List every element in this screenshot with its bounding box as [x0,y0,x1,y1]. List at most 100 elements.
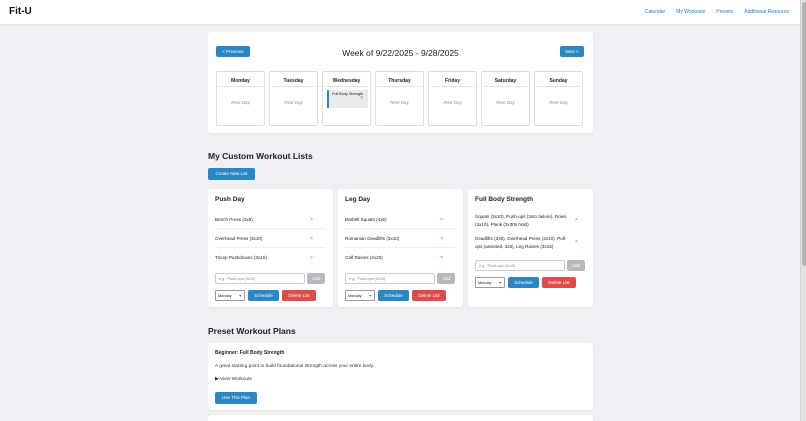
nav-presets[interactable]: Presets [716,9,733,15]
divider [215,247,326,248]
rest-day-label: Rest Day [549,100,568,105]
exercise-item: Squats (3x10), Push-ups (3xto failure), … [475,213,567,229]
exercise-input[interactable]: e.g., Push-ups (3x15) [345,273,435,284]
divider [219,86,262,87]
day-tuesday[interactable]: Tuesday Rest Day [269,71,318,126]
list-title: Push Day [215,196,245,203]
day-sunday[interactable]: Sunday Rest Day [534,71,583,126]
delete-list-button[interactable]: Delete List [542,277,576,288]
nav-my-workouts[interactable]: My Workouts [676,9,705,15]
exercise-name: Bench Press (3x8) [215,217,253,222]
workout-list-card: Leg Day Barbell Squats (4x6) × Romanian … [338,189,463,307]
navbar: Fit-U Calendar My Workouts Presets Addit… [0,0,800,24]
exercise-item: Overhead Press (3x10) × [215,236,326,248]
app-logo[interactable]: Fit-U [9,6,32,17]
remove-exercise-icon[interactable]: × [575,239,578,245]
custom-lists-title: My Custom Workout Lists [208,151,313,161]
calendar-card: < Previous Week of 9/22/2025 - 9/28/2025… [208,32,593,133]
add-exercise-button[interactable]: Add [567,260,585,271]
divider [484,86,527,87]
day-thursday[interactable]: Thursday Rest Day [375,71,424,126]
day-select[interactable]: Monday ▼ [345,290,375,301]
list-title: Full Body Strength [475,196,534,203]
week-days: Monday Rest Day Tuesday Rest Day Wednesd… [216,71,583,126]
week-title: Week of 9/22/2025 - 9/28/2025 [342,48,459,58]
day-select[interactable]: Monday ▼ [475,277,505,288]
preset-plan-description: A great starting point to build foundati… [215,364,375,369]
divider [272,86,315,87]
next-week-button[interactable]: Next > [560,46,584,57]
schedule-button[interactable]: Schedule [248,290,279,301]
preset-plan-name: Beginner: Full Body Strength [215,350,285,356]
divider [537,86,580,87]
view-workouts-toggle[interactable]: ▶ View Workouts [215,377,252,382]
nav-links: Calendar My Workouts Presets Additional … [645,9,789,15]
scrollbar-thumb[interactable] [802,2,806,266]
add-exercise-button[interactable]: Add [437,273,455,284]
use-this-plan-button[interactable]: Use This Plan [215,392,257,404]
day-name: Friday [444,78,460,84]
day-select[interactable]: Monday ▼ [215,290,245,301]
exercise-name: Tricep Pushdowns (3x15) [215,255,267,260]
exercise-name: Romanian Deadlifts (3x10) [345,236,400,241]
delete-list-button[interactable]: Delete List [412,290,446,301]
exercise-item: Tricep Pushdowns (3x15) × [215,255,326,261]
workout-list-card: Full Body Strength Squats (3x10), Push-u… [468,189,593,307]
exercise-item: Calf Raises (4x20) × [345,255,456,261]
presets-title: Preset Workout Plans [208,326,296,336]
chevron-down-icon: ▼ [368,294,372,298]
divider [215,228,326,229]
exercise-name: Calf Raises (4x20) [345,255,383,260]
remove-exercise-icon[interactable]: × [440,217,443,223]
scheduled-workout[interactable]: Full Body Strength × [327,90,368,108]
day-wednesday[interactable]: Wednesday Full Body Strength × [322,71,371,126]
chevron-down-icon: ▼ [238,294,242,298]
remove-exercise-icon[interactable]: × [310,255,313,261]
day-name: Saturday [494,78,517,84]
day-select-value: Monday [478,281,492,285]
remove-exercise-icon[interactable]: × [575,217,578,223]
remove-exercise-icon[interactable]: × [310,236,313,242]
schedule-button[interactable]: Schedule [508,277,539,288]
exercise-input[interactable]: e.g., Push-ups (3x15) [215,273,305,284]
day-name: Monday [231,78,250,84]
add-exercise-button[interactable]: Add [307,273,325,284]
day-name: Tuesday [283,78,304,84]
nav-additional-resource[interactable]: Additional Resource [744,9,789,15]
exercise-item: Bench Press (3x8) × [215,217,326,229]
scheduled-workout-name: Full Body Strength [332,92,364,96]
remove-exercise-icon[interactable]: × [440,255,443,261]
day-name: Thursday [388,78,411,84]
preset-plan-card: Beginner: Full Body Strength A great sta… [208,343,593,410]
exercise-name: Overhead Press (3x10) [215,236,263,241]
exercise-item: Romanian Deadlifts (3x10) × [345,236,456,248]
create-new-list-button[interactable]: Create New List [208,168,255,180]
day-select-value: Monday [218,294,232,298]
schedule-button[interactable]: Schedule [378,290,409,301]
divider [345,228,456,229]
day-name: Wednesday [332,78,361,84]
delete-list-button[interactable]: Delete List [282,290,316,301]
remove-exercise-icon[interactable]: × [310,217,313,223]
remove-workout-icon[interactable]: × [360,95,363,102]
exercise-item: Deadlifts (3x8), Overhead Press (3x10), … [475,235,567,251]
day-select-value: Monday [348,294,362,298]
workout-list-card: Push Day Bench Press (3x8) × Overhead Pr… [208,189,333,307]
divider [345,247,456,248]
nav-calendar[interactable]: Calendar [645,9,665,15]
day-name: Sunday [549,78,568,84]
day-monday[interactable]: Monday Rest Day [216,71,265,126]
rest-day-label: Rest Day [443,100,462,105]
chevron-down-icon: ▼ [498,281,502,285]
rest-day-label: Rest Day [231,100,250,105]
day-friday[interactable]: Friday Rest Day [428,71,477,126]
divider [325,86,368,87]
exercise-name: Squats (3x10), Push-ups (3xto failure), … [475,214,567,227]
exercise-input[interactable]: e.g., Push-ups (3x15) [475,260,565,271]
exercise-item: Barbell Squats (4x6) × [345,217,456,229]
page-scrollbar[interactable] [800,0,806,421]
day-saturday[interactable]: Saturday Rest Day [481,71,530,126]
rest-day-label: Rest Day [390,100,409,105]
rest-day-label: Rest Day [496,100,515,105]
remove-exercise-icon[interactable]: × [440,236,443,242]
